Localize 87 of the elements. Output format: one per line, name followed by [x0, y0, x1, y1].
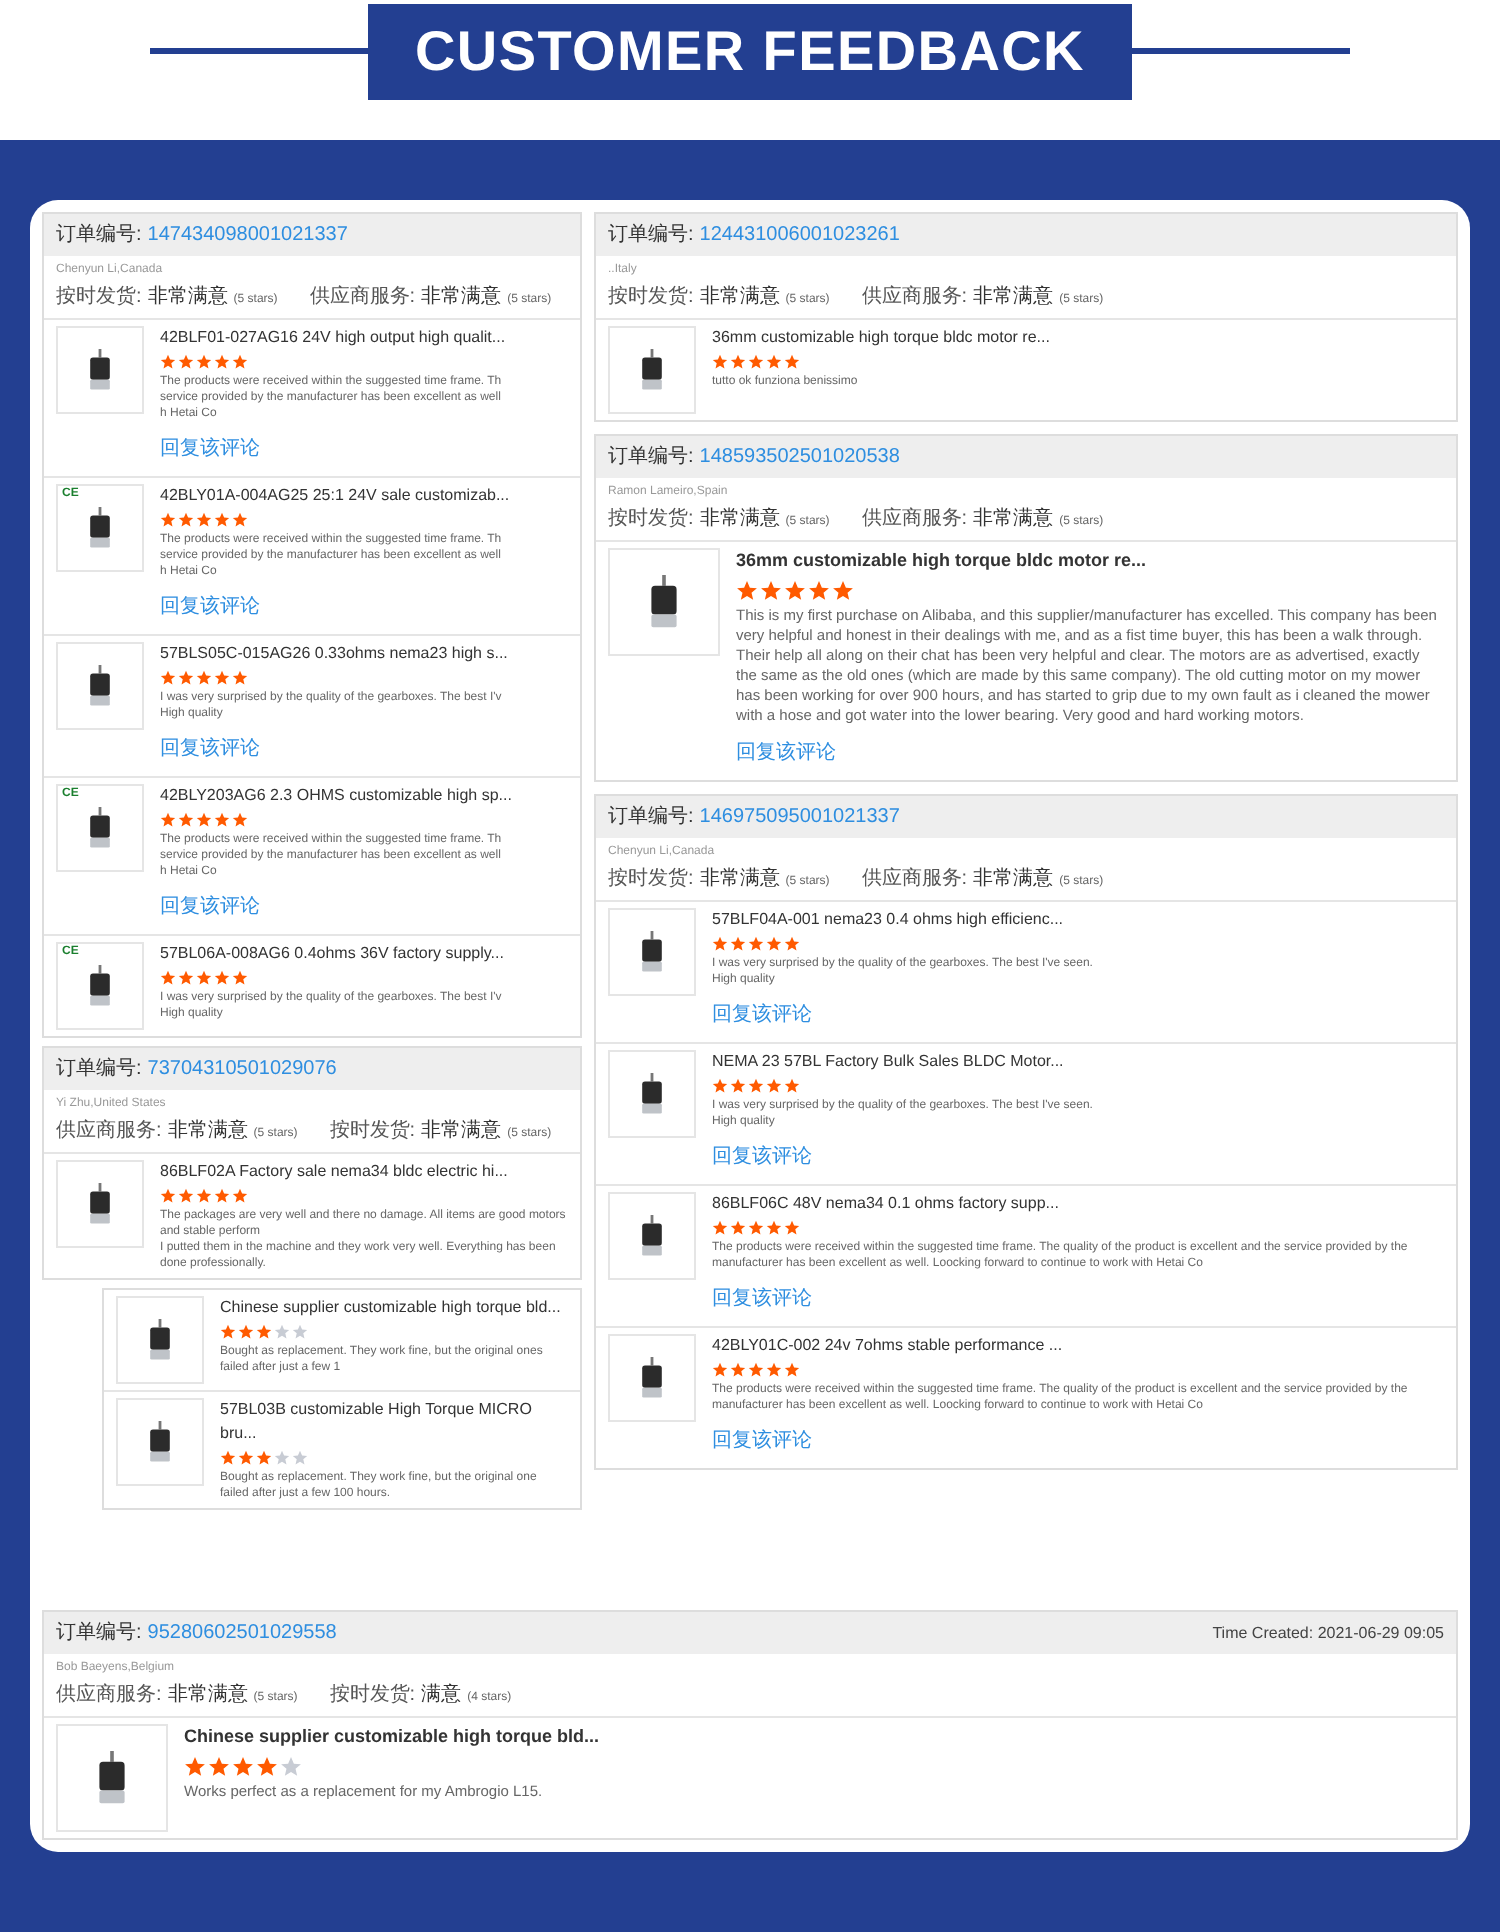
motor-drawing	[86, 964, 114, 1008]
rating-label: 按时发货:	[329, 1681, 416, 1710]
motor-drawing	[638, 1213, 666, 1257]
product-title: 57BL03B customizable High Torque MICRO bru...	[220, 1398, 534, 1446]
rating-value: 非常满意	[699, 865, 780, 893]
rating-label: 按时发货:	[608, 283, 694, 312]
motor-drawing	[86, 506, 114, 550]
product-title: 42BLY01A-004AG25 25:1 24V sale customizab...	[160, 484, 512, 508]
rating-value: 非常满意	[147, 283, 228, 312]
motor-drawing	[638, 1355, 666, 1399]
product-title: 42BLF01-027AG16 24V high output high qualit...	[160, 326, 508, 350]
order-label: 订单编号:	[56, 1055, 142, 1084]
product-title: 42BLY203AG6 2.3 OHMS customizable high sp...	[160, 784, 514, 808]
order-label: 订单编号:	[56, 221, 142, 250]
page-title: CUSTOMER FEEDBACK	[367, 4, 1133, 100]
rating-label: 按时发货:	[608, 505, 694, 534]
product-title: 57BL06A-008AG6 0.4ohms 36V factory supply...	[160, 942, 506, 966]
rating-value: 非常满意	[973, 283, 1054, 312]
order-label: 订单编号:	[608, 803, 694, 831]
reply-link[interactable]: 回复该评论	[160, 438, 260, 462]
product-title: 86BLF06C 48V nema34 0.1 ohms factory supp...	[712, 1191, 1061, 1215]
star-icon	[808, 579, 830, 601]
time-created: Time Created: 2021-06-29 09:05	[1212, 1621, 1444, 1645]
order-number-link[interactable]: 124431006001023261	[699, 220, 900, 250]
motor-drawing	[86, 806, 114, 850]
product-title: 42BLY01C-002 24v 7ohms stable performance ...	[712, 1333, 1065, 1357]
rating-label: 供应商服务:	[309, 283, 416, 312]
motor-drawing	[86, 664, 114, 708]
order-label: 订单编号:	[56, 1619, 142, 1648]
rating-label: 按时发货:	[608, 865, 694, 893]
product-title: 36mm customizable high torque bldc motor re...	[712, 326, 1052, 350]
reply-link[interactable]: 回复该评论	[160, 596, 260, 620]
rating-value: 非常满意	[167, 1681, 248, 1710]
star-icon	[184, 1755, 206, 1777]
product-title: Chinese supplier customizable high torque bld...	[184, 1724, 602, 1750]
reply-link[interactable]: 回复该评论	[712, 1287, 812, 1311]
motor-drawing	[146, 1318, 174, 1362]
product-title: 57BLS05C-015AG26 0.33ohms nema23 high s...	[160, 642, 510, 666]
rating-label: 供应商服务:	[861, 865, 968, 893]
star-icon	[832, 579, 854, 601]
reply-link[interactable]: 回复该评论	[712, 1003, 812, 1027]
order-number-link[interactable]: 148593502501020538	[699, 442, 900, 472]
reply-link[interactable]: 回复该评论	[160, 896, 260, 920]
rating-value: 非常满意	[421, 283, 502, 312]
star-icon	[736, 579, 758, 601]
star-icon	[256, 1755, 278, 1777]
order-number-link[interactable]: 95280602501029558	[147, 1618, 337, 1648]
order-number-link[interactable]: 73704310501029076	[147, 1054, 337, 1084]
rating-value: 非常满意	[973, 505, 1054, 534]
motor-drawing	[638, 1071, 666, 1115]
rating-value: 非常满意	[421, 1117, 502, 1146]
product-title: 36mm customizable high torque bldc motor re...	[736, 548, 1149, 574]
reply-link[interactable]: 回复该评论	[712, 1429, 812, 1453]
star-icon	[280, 1755, 302, 1777]
reply-link[interactable]: 回复该评论	[712, 1145, 812, 1169]
order-number-link[interactable]: 146975095001021337	[699, 801, 900, 831]
motor-drawing	[638, 348, 666, 392]
star-icon	[784, 579, 806, 601]
rating-label: 供应商服务:	[861, 283, 968, 312]
rating-value: 非常满意	[699, 283, 780, 312]
rating-label: 按时发货:	[329, 1117, 416, 1146]
reply-link[interactable]: 回复该评论	[160, 738, 260, 762]
motor-drawing	[94, 1750, 130, 1806]
rating-value: 满意	[421, 1681, 462, 1710]
motor-drawing	[638, 929, 666, 973]
rating-label: 供应商服务:	[56, 1117, 162, 1146]
order-label: 订单编号:	[608, 221, 694, 250]
motor-drawing	[646, 574, 682, 630]
motor-drawing	[86, 1182, 114, 1226]
order-label: 订单编号:	[608, 443, 694, 472]
rating-value: 非常满意	[699, 505, 780, 534]
order-number-link[interactable]: 147434098001021337	[147, 220, 348, 250]
rating-label: 按时发货:	[56, 283, 142, 312]
rating-label: 供应商服务:	[861, 505, 968, 534]
product-title: NEMA 23 57BL Factory Bulk Sales BLDC Motor...	[712, 1049, 1066, 1073]
motor-drawing	[86, 348, 114, 392]
product-title: Chinese supplier customizable high torque bld...	[220, 1296, 563, 1320]
star-icon	[760, 579, 782, 601]
reply-link[interactable]: 回复该评论	[736, 741, 836, 765]
star-icon	[208, 1755, 230, 1777]
rating-label: 供应商服务:	[56, 1681, 162, 1710]
product-title: 86BLF02A Factory sale nema34 bldc electric hi...	[160, 1160, 510, 1184]
rating-value: 非常满意	[167, 1117, 248, 1146]
motor-drawing	[146, 1420, 174, 1464]
star-icon	[232, 1755, 254, 1777]
rating-value: 非常满意	[973, 865, 1054, 893]
product-title: 57BLF04A-001 nema23 0.4 ohms high efficienc...	[712, 907, 1066, 931]
